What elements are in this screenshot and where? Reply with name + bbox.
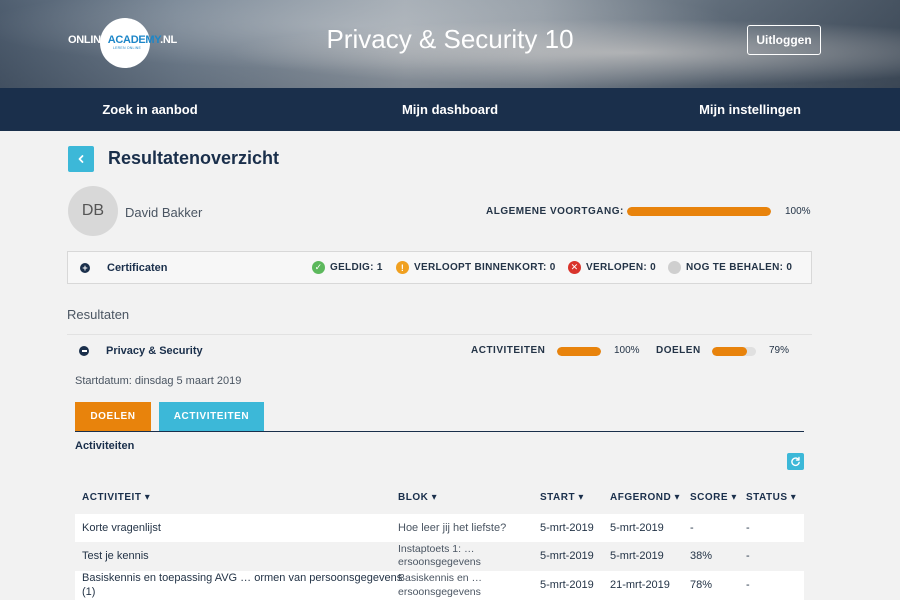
overall-progress-bar	[627, 207, 771, 216]
activities-progress-label: ACTIVITEITEN	[471, 345, 546, 356]
cell-activity: Korte vragenlijst	[82, 522, 161, 534]
cell-activity: Test je kennis	[82, 550, 149, 562]
results-section-label: Resultaten	[67, 307, 130, 322]
activities-progress-bar	[557, 347, 601, 356]
column-header-activity[interactable]: ACTIVITEIT ▾	[82, 492, 150, 503]
warning-circle-icon: !	[396, 261, 409, 274]
course-result-panel: Privacy & Security ACTIVITEITEN 100% DOE…	[67, 334, 812, 600]
chevron-left-icon	[78, 155, 84, 163]
cell-done: 21-mrt-2019	[610, 579, 670, 591]
tab-goals[interactable]: DOELEN	[75, 402, 151, 431]
logout-button[interactable]: Uitloggen	[747, 25, 821, 55]
cell-block-line2: ersoonsgegevens	[398, 586, 481, 598]
activities-subtitle: Activiteiten	[75, 440, 135, 452]
goals-progress-value: 79%	[769, 345, 790, 356]
column-header-score[interactable]: SCORE ▾	[690, 492, 737, 503]
refresh-button[interactable]	[787, 453, 804, 470]
cell-start: 5-mrt-2019	[540, 550, 594, 562]
cert-pending-label: NOG TE BEHALEN: 0	[686, 262, 793, 273]
grey-circle-icon	[668, 261, 681, 274]
cell-activity-line2: (1)	[82, 586, 96, 598]
goals-progress-label: DOELEN	[656, 345, 701, 356]
cell-block-line1: Instaptoets 1: …	[398, 543, 475, 555]
nav-item-settings[interactable]: Mijn instellingen	[600, 88, 900, 131]
certificates-panel[interactable]: + Certificaten ✓ GELDIG: 1 ! VERLOOPT BI…	[67, 251, 812, 284]
table-row[interactable]: Test je kennis Instaptoets 1: … ersoonsg…	[75, 542, 804, 570]
cell-block-line1: Basiskennis en …	[398, 572, 483, 584]
x-circle-icon: ✕	[568, 261, 581, 274]
cell-status: -	[746, 522, 750, 534]
tab-divider	[75, 431, 804, 432]
activities-progress-value: 100%	[614, 345, 640, 356]
cell-status: -	[746, 550, 750, 562]
refresh-icon	[791, 456, 800, 467]
table-row[interactable]: Basiskennis en toepassing AVG … ormen va…	[75, 571, 804, 600]
table-row[interactable]: Korte vragenlijst Hoe leer jij het liefs…	[75, 514, 804, 542]
cell-done: 5-mrt-2019	[610, 550, 664, 562]
column-header-status[interactable]: STATUS ▾	[746, 492, 796, 503]
goals-progress-fill	[712, 347, 747, 356]
nav-item-dashboard[interactable]: Mijn dashboard	[300, 88, 600, 131]
cert-valid-label: GELDIG: 1	[330, 262, 383, 273]
cell-start: 5-mrt-2019	[540, 522, 594, 534]
cert-expired: ✕ VERLOPEN: 0	[568, 261, 656, 274]
cell-score: 38%	[690, 550, 713, 562]
expand-plus-icon[interactable]: +	[80, 263, 90, 273]
cell-done: 5-mrt-2019	[610, 522, 664, 534]
header-banner: ONLINEACADEMY.NL LEREN ONLINE Privacy & …	[0, 0, 900, 88]
collapse-minus-icon[interactable]	[79, 346, 89, 356]
column-header-done[interactable]: AFGEROND ▾	[610, 492, 680, 503]
cert-expired-label: VERLOPEN: 0	[586, 262, 656, 273]
overall-progress-fill	[627, 207, 771, 216]
cell-activity-line1: Basiskennis en toepassing AVG … ormen va…	[82, 572, 403, 584]
overall-progress-value: 100%	[785, 206, 811, 217]
cell-start: 5-mrt-2019	[540, 579, 594, 591]
avatar: DB	[68, 186, 118, 236]
cell-score: -	[690, 522, 694, 534]
course-name: Privacy & Security	[106, 345, 203, 357]
cell-status: -	[746, 579, 750, 591]
cell-score: 78%	[690, 579, 713, 591]
overall-progress-label: ALGEMENE VOORTGANG:	[486, 206, 624, 217]
tab-activities[interactable]: ACTIVITEITEN	[159, 402, 264, 431]
nav-item-search[interactable]: Zoek in aanbod	[0, 88, 300, 131]
page-title: Resultatenoverzicht	[108, 148, 280, 168]
back-button[interactable]	[68, 146, 94, 172]
column-header-start[interactable]: START ▾	[540, 492, 584, 503]
activities-progress-fill	[557, 347, 601, 356]
user-name: David Bakker	[125, 205, 203, 220]
cell-block-line2: ersoonsgegevens	[398, 556, 481, 568]
cert-expiring-label: VERLOOPT BINNENKORT: 0	[414, 262, 556, 273]
main-nav: Zoek in aanbod Mijn dashboard Mijn inste…	[0, 88, 900, 131]
start-date: Startdatum: dinsdag 5 maart 2019	[75, 375, 242, 387]
cell-block: Hoe leer jij het liefste?	[398, 522, 507, 534]
certificates-label: Certificaten	[107, 262, 168, 274]
cert-expiring: ! VERLOOPT BINNENKORT: 0	[396, 261, 556, 274]
cert-valid: ✓ GELDIG: 1	[312, 261, 383, 274]
goals-progress-bar	[712, 347, 756, 356]
column-header-block[interactable]: BLOK ▾	[398, 492, 437, 503]
cert-pending: NOG TE BEHALEN: 0	[668, 261, 792, 274]
check-circle-icon: ✓	[312, 261, 325, 274]
